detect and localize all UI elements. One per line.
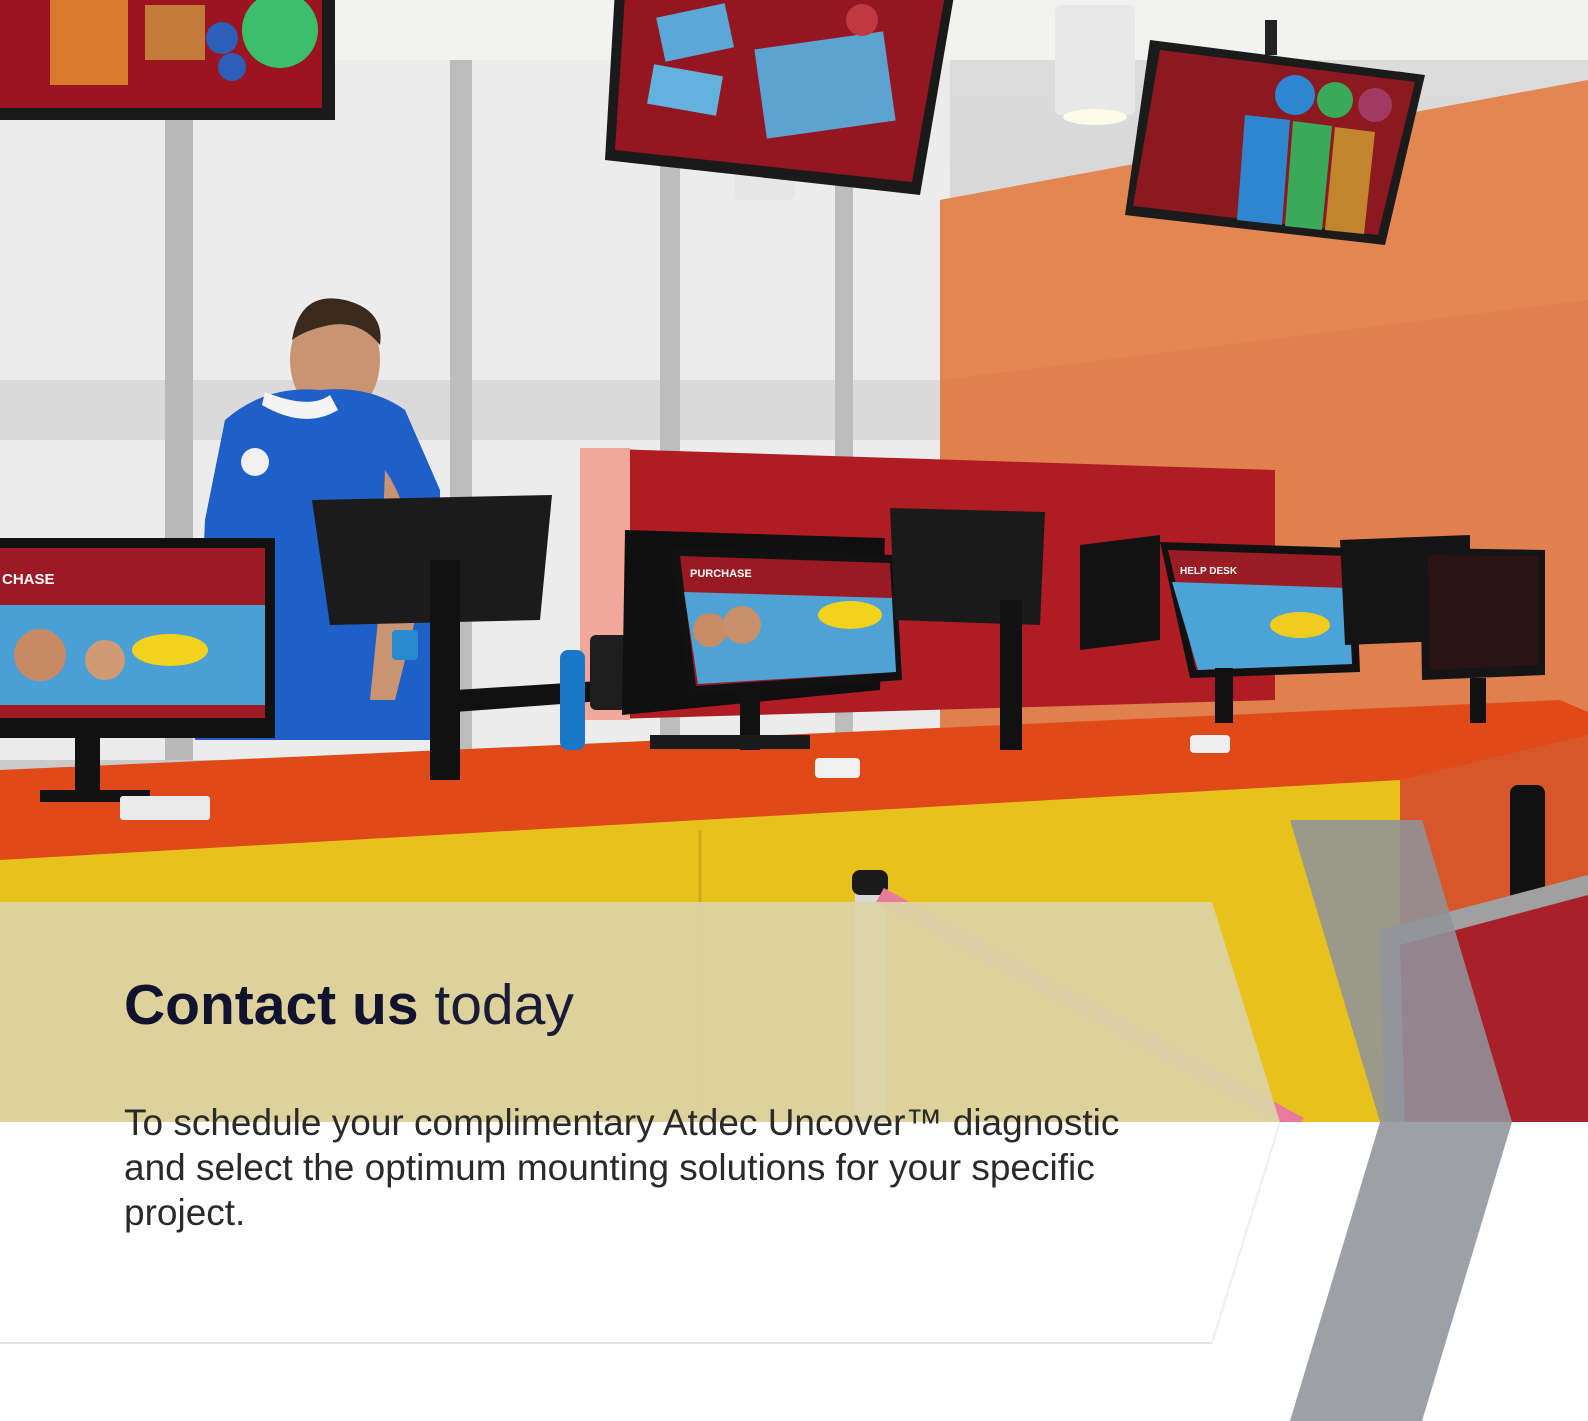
chevron-shape — [1290, 820, 1512, 1421]
headline: Contact us today — [124, 972, 574, 1038]
headline-light: today — [434, 973, 574, 1037]
body-text: To schedule your complimentary Atdec Unc… — [124, 1102, 1120, 1233]
headline-strong: Contact us — [124, 973, 419, 1037]
